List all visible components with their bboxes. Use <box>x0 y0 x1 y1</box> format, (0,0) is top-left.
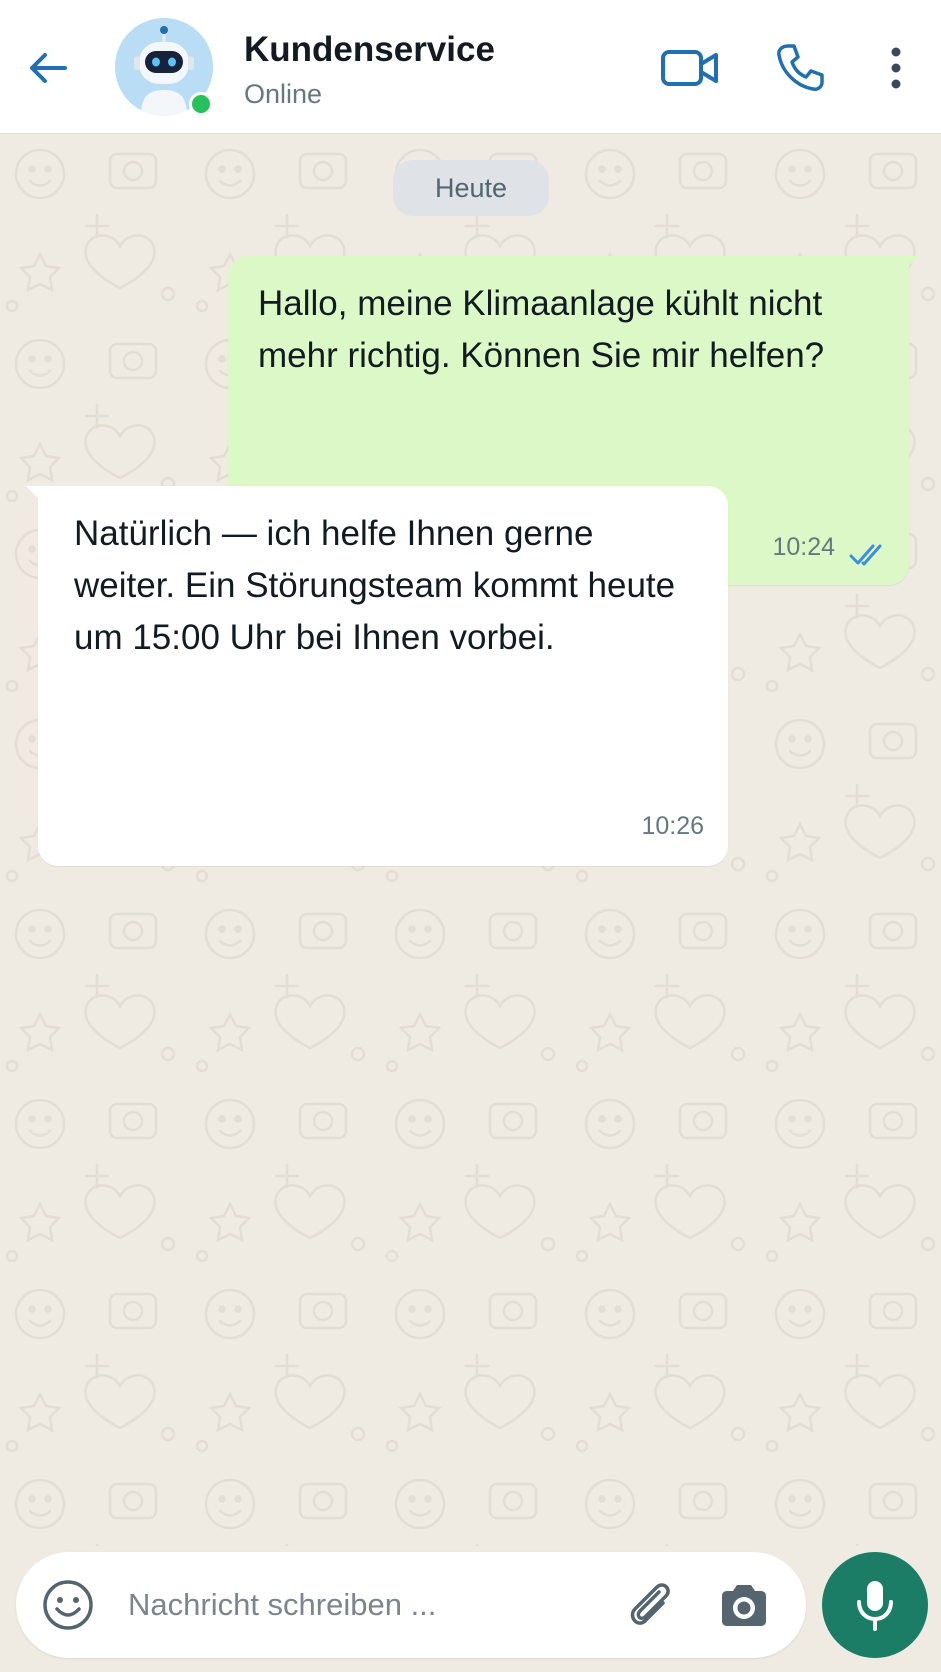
chat-area[interactable]: Heute Hallo, meine Klimaanlage kühlt nic… <box>0 134 941 1546</box>
message-bubble-incoming[interactable]: Natürlich — ich helfe Ihnen gerne weiter… <box>38 486 728 866</box>
paperclip-icon <box>630 1583 670 1625</box>
voice-call-button[interactable] <box>770 38 830 98</box>
message-composer <box>16 1552 806 1658</box>
emoji-icon <box>43 1580 93 1630</box>
video-camera-icon <box>661 50 718 86</box>
voice-message-button[interactable] <box>822 1552 928 1658</box>
video-call-button[interactable] <box>660 38 720 98</box>
date-divider: Heute <box>393 160 549 216</box>
message-time: 10:24 <box>772 533 835 561</box>
message-input[interactable] <box>128 1574 508 1636</box>
double-check-icon <box>849 544 882 566</box>
back-button[interactable] <box>22 42 74 94</box>
contact-name[interactable]: Kundenservice <box>244 30 495 70</box>
emoji-button[interactable] <box>40 1577 96 1633</box>
phone-icon <box>777 44 824 91</box>
attach-button[interactable] <box>621 1576 679 1634</box>
camera-button[interactable] <box>716 1578 772 1634</box>
online-status-dot <box>189 92 213 116</box>
microphone-icon <box>857 1581 893 1631</box>
message-text: Hallo, meine Klimaanlage kühlt nicht meh… <box>258 284 825 375</box>
chat-header: Kundenservice Online <box>0 0 941 134</box>
message-text: Natürlich — ich helfe Ihnen gerne weiter… <box>74 514 676 657</box>
more-vertical-icon <box>891 47 901 89</box>
contact-status: Online <box>244 79 323 109</box>
message-time: 10:26 <box>641 812 704 840</box>
camera-icon <box>722 1585 766 1626</box>
arrow-left-icon <box>30 53 67 83</box>
more-options-button[interactable] <box>866 38 926 98</box>
